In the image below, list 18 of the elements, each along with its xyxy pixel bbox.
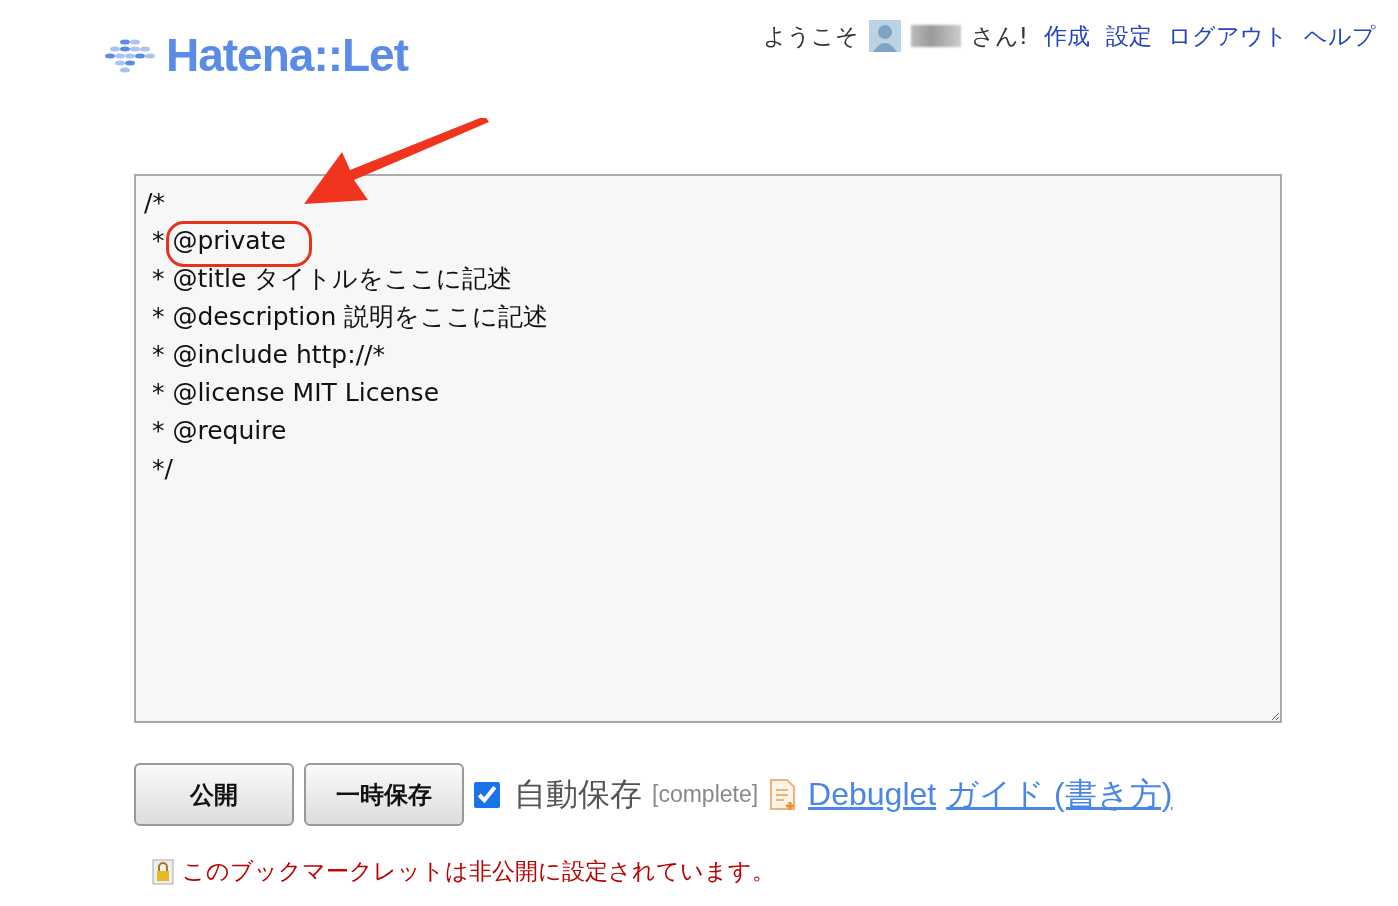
greeting-suffix: さん! [970,21,1028,51]
code-editor[interactable]: /* * @private * @title タイトルをここに記述 * @description 説明をここに記述 * @include http://* * @license MIT License * @require */ [134,174,1282,723]
avatar-icon [868,20,901,52]
private-notice: このブックマークレットは非公開に設定されています。 [182,857,775,886]
autosave-checkbox[interactable] [474,781,500,808]
nav-link[interactable]: ヘルプ [1304,20,1376,52]
status-text: [complete] [652,781,759,808]
action-button[interactable]: 一時保存 [304,763,464,826]
autosave-label: 自動保存 [514,773,642,815]
text-link[interactable]: ガイド (書き方) [946,772,1173,817]
greeting-text: ようこそ [762,21,859,51]
action-button[interactable]: 公開 [134,763,294,826]
nav-link[interactable]: 作成 [1044,20,1090,52]
nav-link[interactable]: ログアウト [1168,20,1288,52]
blurred-username [910,25,961,47]
lock-icon [152,858,174,885]
nav-link[interactable]: 設定 [1106,20,1152,52]
text-link[interactable]: Debuglet [808,776,937,813]
